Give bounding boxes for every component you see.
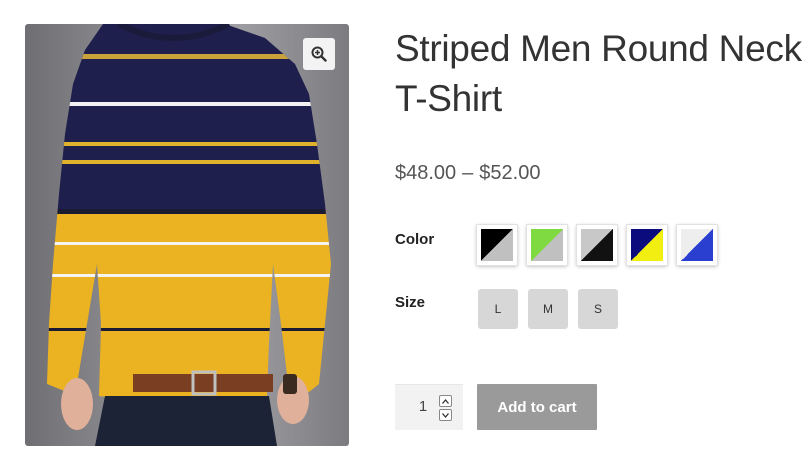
quantity-decrement-button[interactable] [439, 409, 452, 421]
price-separator: – [462, 162, 474, 184]
color-swatch-chip [581, 229, 613, 261]
color-swatches [477, 225, 717, 265]
price-max: $52.00 [479, 162, 541, 184]
product-image[interactable] [25, 24, 349, 446]
color-swatch-white-blue[interactable] [677, 225, 717, 265]
product-title: Striped Men Round Neck T-Shirt [395, 28, 802, 119]
quantity-field[interactable]: 1 [395, 384, 463, 430]
size-option-m[interactable]: M [528, 289, 568, 329]
chevron-down-icon [442, 412, 449, 418]
quantity-increment-button[interactable] [439, 395, 452, 407]
price-range: $48.00– $52.00 [395, 162, 540, 185]
color-swatch-chip [631, 229, 663, 261]
color-swatch-chip [681, 229, 713, 261]
color-swatch-chip [531, 229, 563, 261]
color-label: Color [395, 231, 435, 248]
size-option-l[interactable]: L [478, 289, 518, 329]
quantity-stepper[interactable] [439, 395, 452, 421]
add-to-cart-button[interactable]: Add to cart [477, 384, 597, 430]
zoom-button[interactable] [303, 38, 335, 70]
color-swatch-green-grey[interactable] [527, 225, 567, 265]
size-options: L M S [478, 289, 618, 329]
color-swatch-grey-black[interactable] [577, 225, 617, 265]
price-min: $48.00 [395, 162, 457, 184]
product-page: Striped Men Round Neck T-Shirt $48.00– $5… [0, 0, 812, 472]
quantity-value[interactable]: 1 [415, 398, 431, 415]
color-swatch-navy-yellow[interactable] [627, 225, 667, 265]
color-swatch-chip [481, 229, 513, 261]
size-option-s[interactable]: S [578, 289, 618, 329]
chevron-up-icon [442, 398, 449, 404]
zoom-in-icon [311, 46, 327, 62]
product-photo [47, 24, 331, 446]
size-label: Size [395, 294, 426, 311]
color-swatch-black-grey[interactable] [477, 225, 517, 265]
